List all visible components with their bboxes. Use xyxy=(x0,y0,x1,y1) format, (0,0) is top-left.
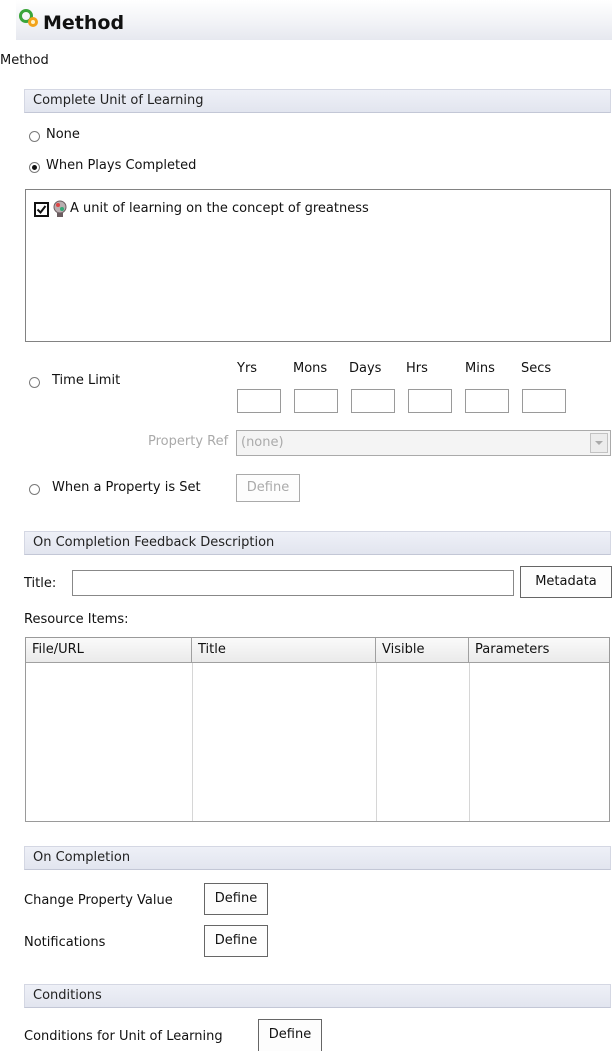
time-label-yrs: Yrs xyxy=(237,361,258,376)
column-divider xyxy=(376,663,377,821)
property-ref-select[interactable]: (none) xyxy=(236,430,611,456)
radio-time-limit[interactable] xyxy=(29,377,40,388)
page-subtitle: Method xyxy=(0,53,49,68)
define-property-set-button[interactable]: Define xyxy=(236,474,300,502)
play-item-label: A unit of learning on the concept of gre… xyxy=(70,201,369,216)
section-on-completion: On Completion xyxy=(24,846,611,870)
radio-when-plays-completed[interactable] xyxy=(29,162,40,173)
define-change-property-button[interactable]: Define xyxy=(204,883,268,915)
section-feedback: On Completion Feedback Description xyxy=(24,531,611,555)
define-conditions-button[interactable]: Define xyxy=(258,1019,322,1051)
radio-when-plays-completed-label: When Plays Completed xyxy=(46,158,197,173)
column-header-parameters[interactable]: Parameters xyxy=(469,638,609,663)
column-header-visible[interactable]: Visible xyxy=(376,638,469,663)
time-label-mins: Mins xyxy=(465,361,495,376)
notifications-label: Notifications xyxy=(24,935,106,950)
time-input-mins[interactable] xyxy=(465,389,509,413)
time-label-hrs: Hrs xyxy=(406,361,428,376)
time-label-days: Days xyxy=(349,361,382,376)
time-input-secs[interactable] xyxy=(522,389,566,413)
time-input-hrs[interactable] xyxy=(408,389,452,413)
change-property-label: Change Property Value xyxy=(24,893,173,908)
resource-items-table[interactable]: File/URL Title Visible Parameters xyxy=(25,637,610,822)
radio-none[interactable] xyxy=(29,131,40,142)
resource-items-label: Resource Items: xyxy=(24,612,129,627)
time-input-days[interactable] xyxy=(351,389,395,413)
page-title: Method xyxy=(43,12,125,34)
column-divider xyxy=(469,663,470,821)
column-header-title[interactable]: Title xyxy=(192,638,376,663)
section-conditions: Conditions xyxy=(24,984,611,1008)
metadata-button[interactable]: Metadata xyxy=(520,566,612,598)
play-icon xyxy=(52,200,68,218)
property-ref-value: (none) xyxy=(241,435,284,450)
time-label-mons: Mons xyxy=(293,361,328,376)
property-ref-label: Property Ref xyxy=(148,434,229,449)
define-notifications-button[interactable]: Define xyxy=(204,925,268,957)
play-checkbox[interactable] xyxy=(34,202,49,217)
title-input[interactable] xyxy=(72,570,514,596)
radio-time-limit-label: Time Limit xyxy=(52,373,121,388)
radio-when-property-set[interactable] xyxy=(29,484,40,495)
chevron-down-icon[interactable] xyxy=(590,433,608,453)
radio-when-property-set-label: When a Property is Set xyxy=(52,480,201,495)
column-header-file-url[interactable]: File/URL xyxy=(26,638,192,663)
title-label: Title: xyxy=(24,576,57,591)
time-label-secs: Secs xyxy=(521,361,552,376)
column-divider xyxy=(192,663,193,821)
section-complete-unit: Complete Unit of Learning xyxy=(24,89,611,113)
time-input-mons[interactable] xyxy=(294,389,338,413)
method-icon xyxy=(18,8,42,30)
radio-none-label: None xyxy=(46,127,80,142)
time-input-yrs[interactable] xyxy=(237,389,281,413)
unit-conditions-label: Conditions for Unit of Learning xyxy=(24,1029,223,1044)
